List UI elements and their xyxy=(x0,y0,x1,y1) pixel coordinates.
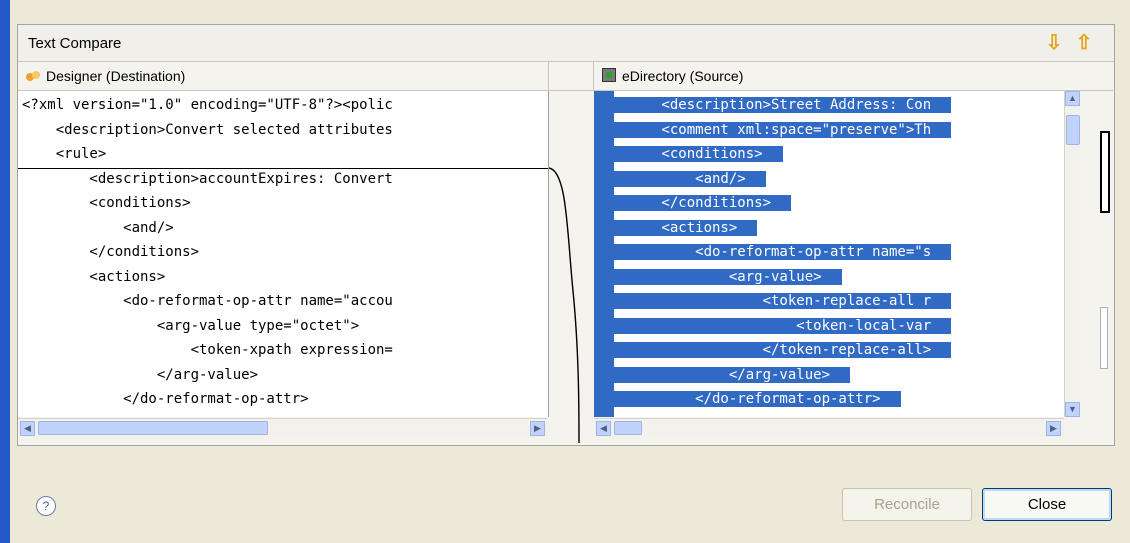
code-line: </do-reformat-op-attr> xyxy=(594,387,951,412)
code-line: <token-local-var xyxy=(594,314,952,339)
code-line: <token-replace-all r xyxy=(594,289,952,314)
code-line: <description>Street Address: Con xyxy=(594,93,952,118)
designer-icon xyxy=(26,71,40,81)
scroll-right-icon[interactable]: ▶ xyxy=(530,421,545,436)
current-difference-indicator[interactable] xyxy=(1100,131,1110,213)
help-icon[interactable]: ? xyxy=(36,496,56,516)
text-compare-panel: Text Compare ⇩ ⇧ Designer (Destination) … xyxy=(17,24,1115,446)
horizontal-scroll-thumb[interactable] xyxy=(38,421,268,435)
next-difference-icon[interactable]: ⇩ xyxy=(1044,32,1064,54)
code-line: <?xml version="1.0" encoding="UTF-8"?><p… xyxy=(22,97,393,113)
window-frame-left xyxy=(0,0,10,543)
edirectory-vertical-scrollbar[interactable]: ▲ ▼ xyxy=(1064,91,1081,417)
code-line: </token-replace-all> xyxy=(594,338,952,363)
designer-code: <?xml version="1.0" encoding="UTF-8"?><p… xyxy=(22,93,393,412)
designer-pane-header: Designer (Destination) xyxy=(18,62,549,91)
edirectory-pane-header: eDirectory (Source) xyxy=(594,62,1113,91)
code-line: </conditions> xyxy=(22,244,200,260)
edirectory-pane-title: eDirectory (Source) xyxy=(622,68,744,84)
difference-connector xyxy=(549,167,580,443)
designer-horizontal-scrollbar[interactable]: ◀ ▶ xyxy=(18,418,548,437)
horizontal-scroll-thumb[interactable] xyxy=(614,421,642,435)
code-line: <conditions> xyxy=(594,142,951,167)
code-line: <actions> xyxy=(22,268,166,285)
scroll-up-icon[interactable]: ▲ xyxy=(1065,91,1080,106)
scroll-left-icon[interactable]: ◀ xyxy=(596,421,611,436)
code-line: <conditions> xyxy=(22,195,191,211)
code-line: <description>Convert selected attributes xyxy=(22,121,393,138)
edirectory-horizontal-scrollbar[interactable]: ◀ ▶ xyxy=(594,418,1064,437)
code-line: <and/> xyxy=(594,167,951,192)
vertical-scroll-thumb[interactable] xyxy=(1066,115,1080,145)
code-line: </conditions> xyxy=(594,191,951,216)
text-compare-title: Text Compare xyxy=(28,35,122,52)
code-line: <and/> xyxy=(22,219,174,236)
code-line: </arg-value> xyxy=(22,366,259,383)
edirectory-code: <description>Street Address: Con <commen… xyxy=(594,93,952,412)
merge-connector-area xyxy=(549,91,594,443)
scroll-left-icon[interactable]: ◀ xyxy=(20,421,35,436)
code-line: <actions> xyxy=(594,216,951,241)
edirectory-text-area[interactable]: <description>Street Address: Con <commen… xyxy=(594,91,1064,417)
code-line: <description>accountExpires: Convert xyxy=(22,170,393,187)
designer-text-area[interactable]: <?xml version="1.0" encoding="UTF-8"?><p… xyxy=(18,91,549,417)
code-line: <arg-value type="octet"> xyxy=(22,317,360,334)
code-line: <token-xpath expression= xyxy=(22,342,393,358)
code-line: <comment xml:space="preserve">Th xyxy=(594,118,952,143)
code-line: </do-reformat-op-attr> xyxy=(22,391,309,407)
close-button[interactable]: Close xyxy=(982,488,1112,521)
edirectory-icon xyxy=(602,68,616,82)
difference-marker-line xyxy=(18,168,548,169)
code-line: <do-reformat-op-attr name="s xyxy=(594,240,952,265)
difference-overview-ruler[interactable] xyxy=(1080,91,1114,443)
code-line: <arg-value> xyxy=(594,265,951,290)
difference-indicator[interactable] xyxy=(1100,307,1108,369)
text-compare-header: Text Compare ⇩ ⇧ xyxy=(18,25,1114,62)
code-line: <rule> xyxy=(22,146,107,162)
code-line: <do-reformat-op-attr name="accou xyxy=(22,293,393,309)
scroll-down-icon[interactable]: ▼ xyxy=(1065,402,1080,417)
designer-pane-title: Designer (Destination) xyxy=(46,68,186,84)
previous-difference-icon[interactable]: ⇧ xyxy=(1074,32,1094,54)
reconcile-button[interactable]: Reconcile xyxy=(842,488,972,521)
scroll-right-icon[interactable]: ▶ xyxy=(1046,421,1061,436)
merge-column-header xyxy=(549,62,594,91)
code-line: </arg-value> xyxy=(594,363,951,388)
